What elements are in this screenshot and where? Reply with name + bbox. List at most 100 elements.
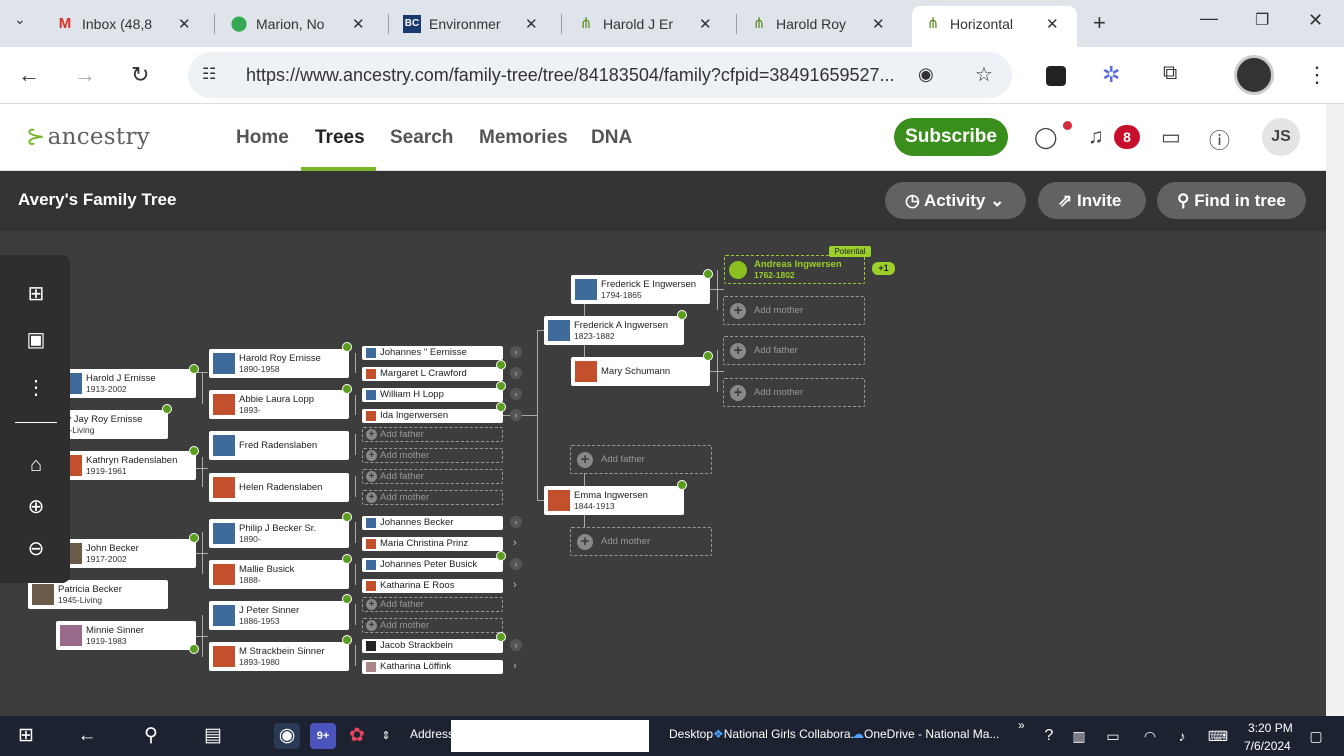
potential-parent-card[interactable]: Andreas Ingwersen 1762-1802 [724, 255, 865, 284]
desktop-toolbar[interactable]: Desktop [669, 727, 713, 741]
hint-leaf-icon[interactable] [342, 342, 352, 352]
hint-leaf-icon[interactable] [496, 551, 506, 561]
expand-chevron-icon[interactable]: › [513, 579, 517, 591]
kebab-menu-icon[interactable]: ⋮ [1306, 62, 1328, 88]
taskbar-scroll-icon[interactable]: ⇕ [373, 723, 399, 749]
back-arrow-icon[interactable]: ← [74, 723, 100, 749]
close-icon[interactable]: ✕ [1046, 15, 1059, 33]
clock-date[interactable]: 7/6/2024 [1244, 739, 1291, 753]
find-in-tree-button[interactable]: ⚲ Find in tree [1157, 182, 1306, 219]
hint-leaf-icon[interactable] [496, 381, 506, 391]
tab-harold-roy[interactable]: ⋔ Harold Roy ✕ [750, 8, 885, 40]
person-card-frederick-a[interactable]: Frederick A Ingwersen 1823-1882 [544, 316, 684, 345]
expand-chevron-icon[interactable]: › [510, 516, 522, 528]
close-icon[interactable]: ✕ [525, 15, 538, 33]
add-mother-button[interactable]: + Add mother [723, 296, 865, 325]
tab-maps[interactable]: ⬤ Marion, No ✕ [230, 8, 365, 40]
back-arrow-icon[interactable]: ← [18, 62, 40, 88]
keyboard-icon[interactable]: ⌨ [1205, 723, 1231, 749]
tab-environment[interactable]: BC Environmer ✕ [403, 8, 538, 40]
more-potential-badge[interactable]: +1 [872, 262, 895, 275]
url-text[interactable]: https://www.ancestry.com/family-tree/tre… [246, 65, 895, 86]
hint-bubble-icon[interactable]: ◯ [1034, 125, 1058, 150]
expand-chevron-icon[interactable]: › [510, 388, 522, 400]
nav-memories[interactable]: Memories [479, 127, 568, 149]
user-avatar[interactable]: JS [1262, 118, 1300, 156]
windows-start-icon[interactable]: ⊞ [13, 723, 39, 749]
expand-chevron-icon[interactable]: › [513, 660, 517, 672]
volume-icon[interactable]: ♪ [1169, 723, 1195, 749]
media-gallery-icon[interactable]: ▣ [22, 326, 50, 354]
close-icon[interactable]: ✕ [178, 15, 191, 33]
add-mother-button[interactable]: + Add mother [570, 527, 712, 556]
tree-view-icon[interactable]: ⊞ [22, 280, 50, 308]
close-icon[interactable]: ✕ [699, 15, 712, 33]
person-card-fred[interactable]: Fred Radenslaben [209, 431, 349, 460]
hint-leaf-icon[interactable] [162, 404, 172, 414]
hint-leaf-icon[interactable] [496, 402, 506, 412]
person-mini-katharina-loffink[interactable]: Katharina Löffink [362, 660, 503, 674]
person-card-john-becker[interactable]: John Becker 1917-2002 [56, 539, 196, 568]
person-card-emma[interactable]: Emma Ingwersen 1844-1913 [544, 486, 684, 515]
app-icon[interactable]: ✿ [344, 723, 370, 749]
chrome-icon[interactable]: ◉ [274, 723, 300, 749]
hint-leaf-icon[interactable] [342, 635, 352, 645]
tab-gmail[interactable]: M Inbox (48,8 ✕ [56, 8, 191, 40]
hint-leaf-icon[interactable] [342, 512, 352, 522]
site-settings-icon[interactable]: ☷ [202, 64, 216, 84]
add-mother-button[interactable]: + Add mother [362, 448, 503, 463]
hint-leaf-icon[interactable] [703, 351, 713, 361]
close-icon[interactable]: ✕ [872, 15, 885, 33]
zoom-in-icon[interactable]: ⊕ [22, 493, 50, 521]
add-father-button[interactable]: + Add father [570, 445, 712, 474]
eye-slash-icon[interactable]: ◉ [918, 64, 934, 85]
wifi-icon[interactable]: ◠ [1137, 723, 1163, 749]
zoom-out-icon[interactable]: ⊖ [22, 535, 50, 563]
hint-leaf-icon[interactable] [189, 364, 199, 374]
nav-dna[interactable]: DNA [591, 127, 632, 149]
teams-icon[interactable]: 9+ [310, 723, 336, 749]
go-refresh-icon[interactable]: ↻ [626, 723, 652, 749]
person-card-j-peter[interactable]: J Peter Sinner 1886-1953 [209, 601, 349, 630]
person-card-frederick-e[interactable]: Frederick E Ingwersen 1794-1865 [571, 275, 710, 304]
profile-avatar[interactable] [1234, 55, 1274, 95]
hint-leaf-icon[interactable] [677, 480, 687, 490]
expand-chevron-icon[interactable]: › [510, 346, 522, 358]
person-mini-johannes-becker[interactable]: Johannes Becker [362, 516, 503, 530]
person-mini-margaret-crawford[interactable]: Margaret L Crawford [362, 367, 503, 381]
expand-chevron-icon[interactable]: › [510, 639, 522, 651]
person-mini-william-lopp[interactable]: William H Lopp [362, 388, 503, 402]
chevron-more-icon[interactable]: » [1018, 718, 1025, 732]
person-card-patricia[interactable]: Patricia Becker 1945-Living [28, 580, 168, 609]
extension-star-icon[interactable]: ✲ [1102, 62, 1120, 88]
hint-leaf-icon[interactable] [189, 644, 199, 654]
forward-arrow-icon[interactable]: → [74, 62, 96, 88]
help-icon[interactable]: ? [1036, 723, 1062, 749]
collapse-chevron-icon[interactable]: ‹ [510, 409, 522, 421]
nav-home[interactable]: Home [236, 127, 289, 149]
activity-button[interactable]: ◷ Activity ⌄ [885, 182, 1026, 219]
home-icon[interactable]: ⌂ [22, 451, 50, 479]
person-mini-johannes-eernisse[interactable]: Johannes " Eernisse [362, 346, 503, 360]
add-father-button[interactable]: + Add father [362, 427, 503, 442]
hint-leaf-icon[interactable] [342, 594, 352, 604]
add-mother-button[interactable]: + Add mother [362, 618, 503, 633]
subscribe-button[interactable]: Subscribe [894, 118, 1008, 156]
extension-icon[interactable] [1046, 66, 1066, 86]
folder-toolbar-1[interactable]: ❖National Girls Collabora... [713, 727, 861, 741]
person-card-philip[interactable]: Philip J Becker Sr. 1890- [209, 519, 349, 548]
hint-leaf-icon[interactable] [189, 446, 199, 456]
person-mini-katharina-roos[interactable]: Katharina E Roos [362, 579, 503, 593]
hint-leaf-icon[interactable] [496, 360, 506, 370]
invite-button[interactable]: ⇗ Invite [1038, 182, 1146, 219]
add-mother-button[interactable]: + Add mother [723, 378, 865, 407]
person-card-kathryn[interactable]: Kathryn Radenslaben 1919-1961 [56, 451, 196, 480]
expand-chevron-icon[interactable]: › [510, 558, 522, 570]
star-bookmark-icon[interactable]: ☆ [975, 62, 993, 87]
messages-icon[interactable]: ▭ [1161, 125, 1181, 150]
restore-window-icon[interactable]: ❐ [1255, 10, 1269, 30]
help-icon[interactable]: ⓘ [1209, 125, 1230, 155]
add-mother-button[interactable]: + Add mother [362, 490, 503, 505]
task-view-icon[interactable]: ▤ [200, 723, 226, 749]
person-card-minnie[interactable]: Minnie Sinner 1919-1983 [56, 621, 196, 650]
